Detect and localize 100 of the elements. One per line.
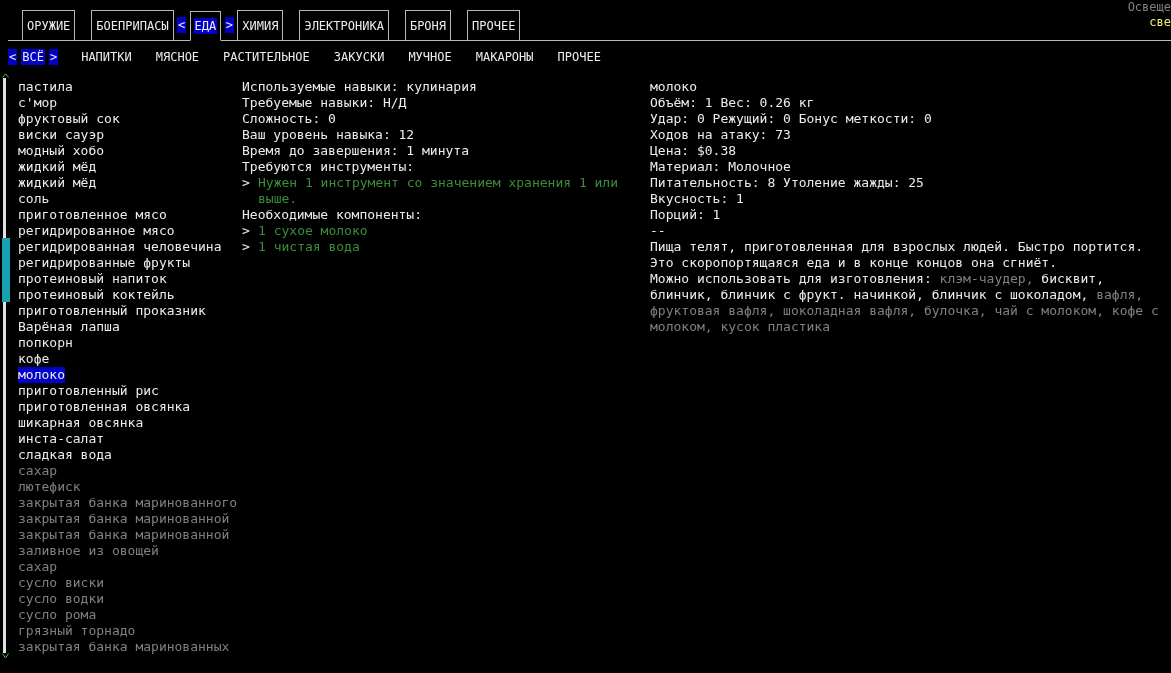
item-info-text: молоко (650, 79, 698, 95)
item-info-text: Цена: $0.38 (650, 143, 738, 159)
scrollbar-thumb[interactable] (2, 238, 10, 302)
subcategory-tab[interactable]: РАСТИТЕЛЬНОЕ (222, 49, 311, 65)
subcategory-tab[interactable]: МЯСНОЕ (154, 49, 201, 65)
status-value: све (1149, 15, 1171, 30)
usage-recipe: фруктовая вафля, (650, 303, 776, 318)
item-info-text: Объём: 1 Вес: 0.26 кг (650, 95, 816, 111)
item-info-text: Порций: 1 (650, 207, 722, 223)
recipe-item[interactable]: приготовленная овсянка (18, 399, 191, 415)
recipe-item[interactable]: соль (18, 191, 50, 207)
detail-text: Ваш уровень навыка: 12 (242, 127, 416, 143)
item-info-text: Это скоропортящаяся еда и в конце концов она сгниёт. (650, 255, 1058, 271)
recipe-item[interactable]: с'мор (18, 95, 58, 111)
recipe-item[interactable]: шикарная овсянка (18, 415, 144, 431)
usage-recipe: шоколадная вафля, (783, 303, 917, 318)
recipe-item[interactable]: виски сауэр (18, 127, 105, 143)
usage-recipe: булочка, (923, 303, 987, 318)
requirement-text: Нужен 1 инструмент со значением хранения 1 или выше. (258, 175, 620, 207)
item-info-text: Материал: Молочное (650, 159, 792, 175)
recipe-item[interactable]: сахар (18, 559, 58, 575)
recipe-item[interactable]: жидкий мёд (18, 175, 97, 191)
status-label: Освеще (1127, 0, 1171, 15)
recipe-item[interactable]: протеиновый напиток (18, 271, 167, 287)
recipe-item[interactable]: сусло рома (18, 607, 97, 623)
recipe-item[interactable]: протеиновый коктейль (18, 287, 175, 303)
recipe-item[interactable]: регидрированное мясо (18, 223, 175, 239)
bullet-marker: > (242, 239, 251, 255)
subcategory-tab[interactable]: МАКАРОНЫ (474, 49, 535, 65)
recipe-item[interactable]: инста-салат (18, 431, 105, 447)
category-tab[interactable]: БОЕПРИПАСЫ (91, 10, 174, 40)
item-info-text: Пища телят, приготовленная для взрослых людей. Быстро портится. (650, 239, 1145, 255)
category-tab[interactable]: ЕДА (189, 11, 222, 41)
scroll-down-icon[interactable] (2, 653, 9, 659)
usage-recipe: блинчик, (650, 287, 713, 302)
recipe-item[interactable]: сусло водки (18, 591, 105, 607)
recipe-item[interactable]: фруктовый сок (18, 111, 120, 127)
recipe-item[interactable]: регидрированные фрукты (18, 255, 191, 271)
detail-text: Требуются инструменты: (242, 159, 416, 175)
detail-text: Необходимые компоненты: (242, 207, 423, 223)
recipe-item[interactable]: молоко (18, 367, 65, 383)
recipe-item[interactable]: закрытая банка маринованных (18, 639, 230, 655)
recipe-item[interactable]: приготовленный рис (18, 383, 159, 399)
detail-text: Используемые навыки: кулинария (242, 79, 478, 95)
recipe-item[interactable]: приготовленный проказник (18, 303, 206, 319)
recipe-item[interactable]: закрытая банка маринованной (18, 511, 230, 527)
subcategory-tab[interactable]: ВСЁ (21, 49, 45, 65)
usage-recipe: кофе с (1111, 303, 1159, 318)
item-info-text: Удар: 0 Режущий: 0 Бонус меткости: 0 (650, 111, 933, 127)
recipe-item[interactable]: лютефиск (18, 479, 81, 495)
recipe-item[interactable]: пастила (18, 79, 73, 95)
usage-recipe: вафля, (1096, 287, 1144, 302)
recipe-item[interactable]: заливное из овощей (18, 543, 159, 559)
recipe-item[interactable]: Варёная лапша (18, 319, 120, 335)
recipe-item[interactable]: жидкий мёд (18, 159, 97, 175)
usage-recipe: кусок пластика (720, 319, 831, 334)
next-marker: > (48, 49, 59, 65)
detail-text: Время до завершения: 1 минута (242, 143, 470, 159)
scrollbar[interactable] (2, 78, 10, 653)
usage-recipe: клэм-чаудер, (939, 271, 1034, 286)
recipe-item[interactable]: закрытая банка маринованной (18, 527, 230, 543)
requirement-text: 1 чистая вода (258, 239, 361, 255)
recipe-item[interactable]: грязный торнадо (18, 623, 136, 639)
usage-recipe: блинчик с шоколадом, (931, 287, 1089, 302)
subcategory-tab[interactable]: ПРОЧЕЕ (556, 49, 602, 65)
recipe-item[interactable]: регидрированная человечина (18, 239, 222, 255)
category-tab[interactable]: ОРУЖИЕ (22, 10, 76, 40)
recipe-item[interactable]: кофе (18, 351, 50, 367)
next-marker: > (224, 16, 234, 33)
recipe-item[interactable]: сахар (18, 463, 58, 479)
recipe-item[interactable]: приготовленное мясо (18, 207, 167, 223)
usage-recipe: блинчик с фрукт. начинкой, (720, 287, 924, 302)
recipe-item[interactable]: сладкая вода (18, 447, 112, 463)
bullet-marker: > (242, 175, 251, 192)
detail-text: Требуемые навыки: Н/Д (242, 95, 408, 111)
category-tab[interactable]: ПРОЧЕЕ (467, 10, 521, 40)
subcategory-tab[interactable]: НАПИТКИ (80, 49, 133, 65)
previous-marker: < (8, 49, 18, 65)
usage-recipe: чай с молоком, (994, 303, 1104, 318)
subcategory-tab[interactable]: ЗАКУСКИ (332, 49, 386, 65)
usage-label: Можно использовать для изготовления: (650, 271, 932, 286)
category-tab[interactable]: ХИМИЯ (237, 10, 284, 40)
previous-marker: < (177, 16, 187, 33)
bullet-marker: > (242, 223, 251, 239)
recipe-item[interactable]: закрытая банка маринованного (18, 495, 238, 511)
item-info-text: -- (650, 223, 667, 239)
category-tab[interactable]: ЭЛЕКТРОНИКА (299, 10, 389, 40)
recipe-item[interactable]: модный хобо (18, 143, 105, 159)
item-info-text: Ходов на атаку: 73 (650, 127, 792, 143)
detail-text: Сложность: 0 (242, 111, 337, 127)
item-info-text: Вкусность: 1 (650, 191, 745, 207)
item-info-text: Питательность: 8 Утоление жажды: 25 (650, 175, 925, 191)
scroll-up-icon[interactable] (2, 73, 9, 78)
requirement-text: 1 сухое молоко (258, 223, 369, 239)
recipe-item[interactable]: попкорн (18, 335, 73, 351)
category-tab[interactable]: БРОНЯ (404, 10, 452, 40)
recipe-item[interactable]: сусло виски (18, 575, 105, 591)
usage-recipe: молоком, (650, 319, 713, 334)
usage-recipe: бисквит, (1041, 271, 1104, 286)
subcategory-tab[interactable]: МУЧНОЕ (407, 49, 453, 65)
